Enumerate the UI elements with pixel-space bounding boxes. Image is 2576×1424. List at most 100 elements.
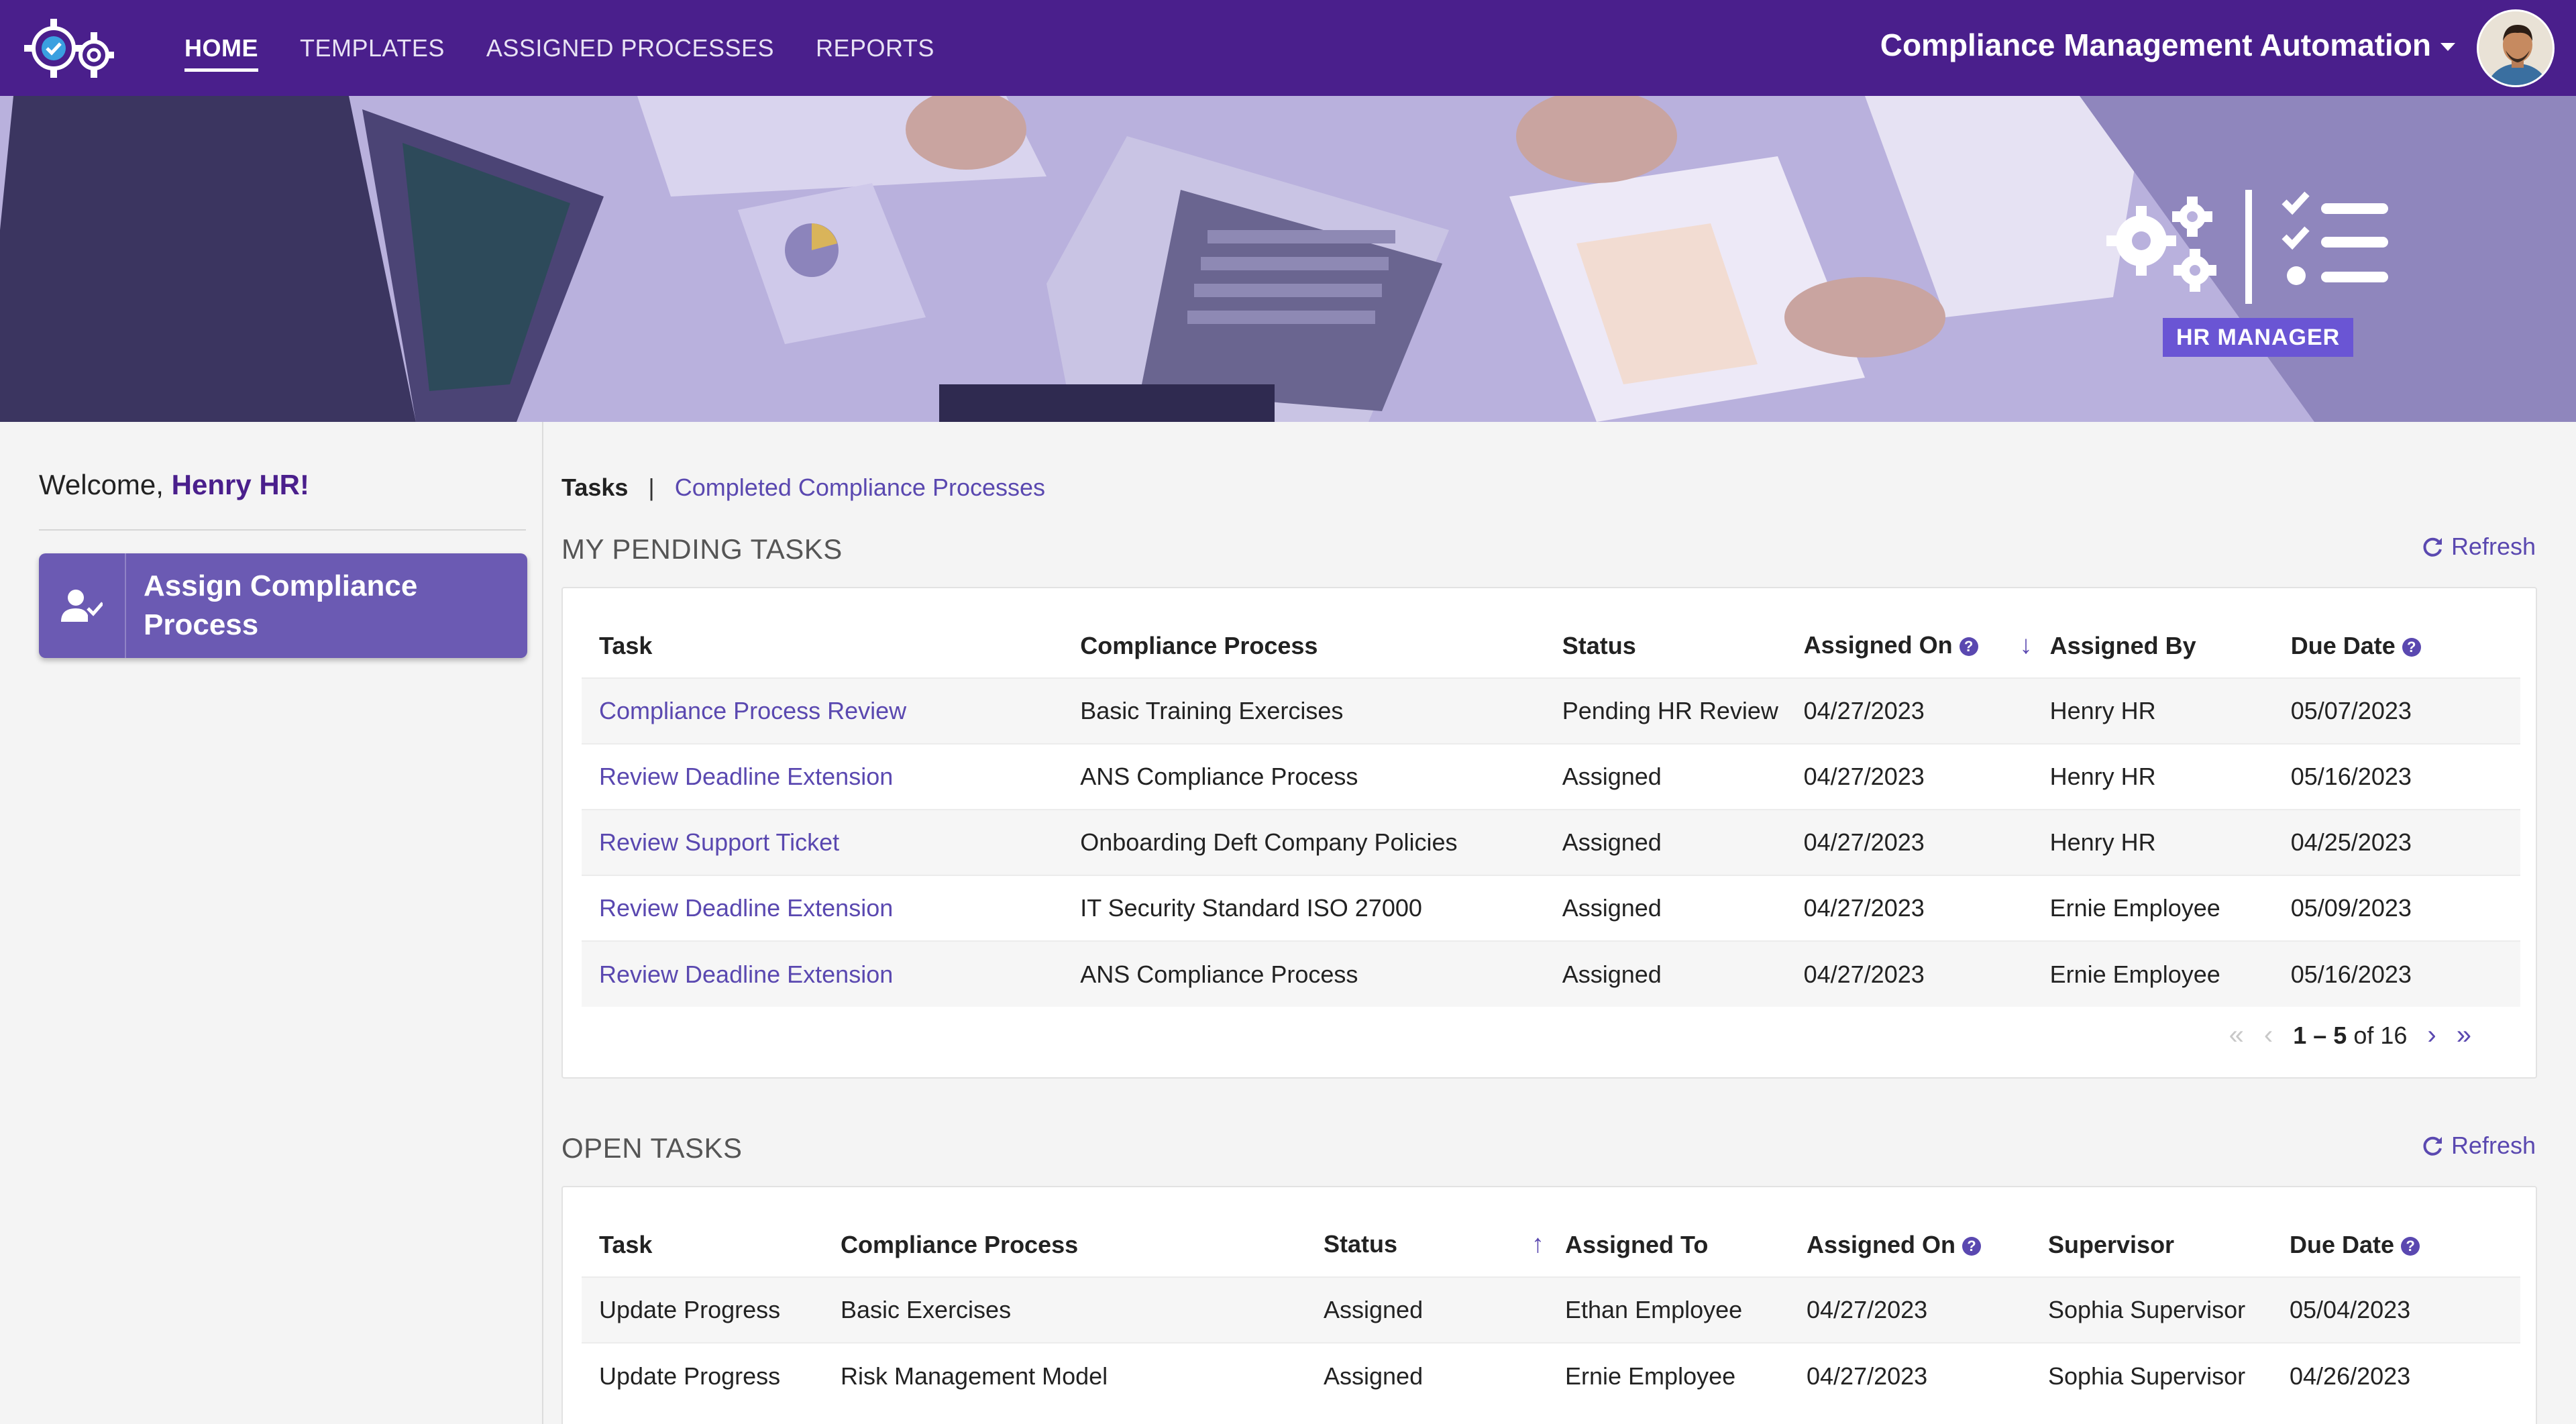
col-status-label: Status [1324,1230,1398,1258]
nav-templates[interactable]: TEMPLATES [300,34,445,62]
cell-status: Assigned [1544,743,1786,810]
tab-tasks[interactable]: Tasks [561,474,628,502]
hero-banner: HR MANAGER [0,96,2576,422]
cell-supervisor: Sophia Supervisor [2031,1276,2272,1343]
nav-assigned-processes[interactable]: ASSIGNED PROCESSES [486,34,774,62]
first-page-icon[interactable]: « [2229,1020,2244,1050]
col-assigned-on-label: Assigned On [1803,631,1953,659]
gears-check-icon[interactable] [21,13,119,82]
question-circle-icon[interactable]: ? [2402,637,2421,657]
cell-assigned-by: Ernie Employee [2032,940,2273,1007]
cell-status: Assigned [1544,940,1786,1007]
cell-assigned-by: Henry HR [2032,809,2273,875]
question-circle-icon[interactable]: ? [1959,637,1978,656]
assign-compliance-process-button[interactable]: Assign Compliance Process [39,553,527,658]
user-check-icon [39,553,126,658]
cell-process: Risk Management Model [823,1342,1306,1409]
last-page-icon[interactable]: » [2457,1020,2471,1050]
col-task[interactable]: Task [582,1213,823,1277]
cell-assigned-by: Ernie Employee [2032,875,2273,941]
col-assigned-to[interactable]: Assigned To [1548,1213,1789,1277]
task-link[interactable]: Review Support Ticket [582,809,1063,875]
cell-process: ANS Compliance Process [1063,940,1545,1007]
col-assigned-on[interactable]: Assigned On? ↓ [1786,614,2033,678]
cell-due-date: 05/04/2023 [2272,1276,2520,1343]
cell-task: Update Progress [582,1342,823,1409]
table-row[interactable]: Update Progress Risk Management Model As… [582,1342,2520,1409]
caret-down-icon [2440,43,2455,51]
next-page-icon[interactable]: › [2427,1020,2436,1050]
task-link[interactable]: Review Deadline Extension [582,743,1063,810]
cell-due-date: 05/16/2023 [2273,940,2520,1007]
col-due-date-label: Due Date [2290,631,2396,659]
prev-page-icon[interactable]: ‹ [2264,1020,2273,1050]
sort-desc-icon[interactable]: ↓ [2020,631,2033,659]
cell-process: Onboarding Deft Company Policies [1063,809,1545,875]
nav-home[interactable]: HOME [184,34,258,72]
cell-task: Update Progress [582,1276,823,1343]
task-link[interactable]: Review Deadline Extension [582,940,1063,1007]
pending-tasks-card: Task Compliance Process Status Assigned … [561,587,2537,1079]
col-supervisor[interactable]: Supervisor [2031,1213,2272,1277]
cell-assigned-on: 04/27/2023 [1786,677,2033,744]
refresh-icon [2423,1136,2442,1156]
avatar[interactable] [2477,9,2555,87]
app-switcher[interactable]: Compliance Management Automation [1880,27,2455,63]
refresh-icon [2423,537,2442,557]
main-nav: HOME TEMPLATES ASSIGNED PROCESSES REPORT… [184,0,934,96]
page-range: 1 – 5 [2293,1021,2347,1049]
col-task[interactable]: Task [582,614,1063,678]
refresh-label: Refresh [2451,1132,2536,1159]
welcome-prefix: Welcome, [39,469,164,500]
cell-due-date: 05/16/2023 [2273,743,2520,810]
cell-assigned-on: 04/27/2023 [1786,743,2033,810]
cell-status: Assigned [1544,875,1786,941]
cell-due-date: 05/07/2023 [2273,677,2520,744]
open-tasks-table: Task Compliance Process Status ↑ Assigned… [582,1213,2520,1409]
nav-reports[interactable]: REPORTS [816,34,934,62]
col-assigned-by[interactable]: Assigned By [2033,614,2273,678]
col-compliance-process[interactable]: Compliance Process [823,1213,1306,1277]
pagination: « ‹ 1 – 5 of 16 › » [2229,1020,2471,1050]
subtabs: Tasks | Completed Compliance Processes [561,474,1045,502]
app-title: Compliance Management Automation [1880,28,2431,62]
sort-asc-icon[interactable]: ↑ [1532,1230,1544,1258]
table-row[interactable]: Update Progress Basic Exercises Assigned… [582,1276,2520,1343]
task-link[interactable]: Compliance Process Review [582,677,1063,744]
cell-status: Assigned [1306,1342,1548,1409]
cell-process: Basic Training Exercises [1063,677,1545,744]
col-status[interactable]: Status [1545,614,1786,678]
open-refresh-button[interactable]: Refresh [2422,1132,2536,1160]
pending-refresh-button[interactable]: Refresh [2422,533,2536,561]
task-link[interactable]: Review Deadline Extension [582,875,1063,941]
col-compliance-process[interactable]: Compliance Process [1063,614,1544,678]
cell-due-date: 05/09/2023 [2273,875,2520,941]
assign-button-label: Assign Compliance Process [144,569,418,641]
question-circle-icon[interactable]: ? [2401,1236,2420,1256]
col-assigned-on[interactable]: Assigned On? [1789,1213,2031,1277]
table-row[interactable]: Review Support Ticket Onboarding Deft Co… [582,809,2520,875]
refresh-label: Refresh [2451,533,2536,560]
col-due-date[interactable]: Due Date? [2273,614,2520,678]
table-row[interactable]: Compliance Process Review Basic Training… [582,677,2520,744]
welcome-message: Welcome, Henry HR! [39,469,309,501]
page-total: of 16 [2353,1021,2408,1049]
divider [39,529,526,531]
open-tasks-card: Task Compliance Process Status ↑ Assigned… [561,1186,2537,1424]
cell-status: Assigned [1306,1276,1548,1343]
col-assigned-on-label: Assigned On [1807,1230,1956,1258]
tab-completed-processes[interactable]: Completed Compliance Processes [675,474,1045,502]
cell-process: Basic Exercises [823,1276,1306,1343]
cell-assigned-on: 04/27/2023 [1786,875,2033,941]
cell-due-date: 04/25/2023 [2273,809,2520,875]
col-status[interactable]: Status ↑ [1306,1213,1548,1277]
table-row[interactable]: Review Deadline Extension IT Security St… [582,875,2520,941]
table-row[interactable]: Review Deadline Extension ANS Compliance… [582,940,2520,1007]
table-row[interactable]: Review Deadline Extension ANS Compliance… [582,743,2520,810]
table-header-row: Task Compliance Process Status Assigned … [582,614,2520,678]
cell-assigned-on: 04/27/2023 [1789,1342,2031,1409]
gears-checklist-icon [2106,190,2388,304]
col-due-date[interactable]: Due Date? [2272,1213,2520,1277]
cell-assigned-on: 04/27/2023 [1789,1276,2031,1343]
question-circle-icon[interactable]: ? [1962,1236,1982,1256]
